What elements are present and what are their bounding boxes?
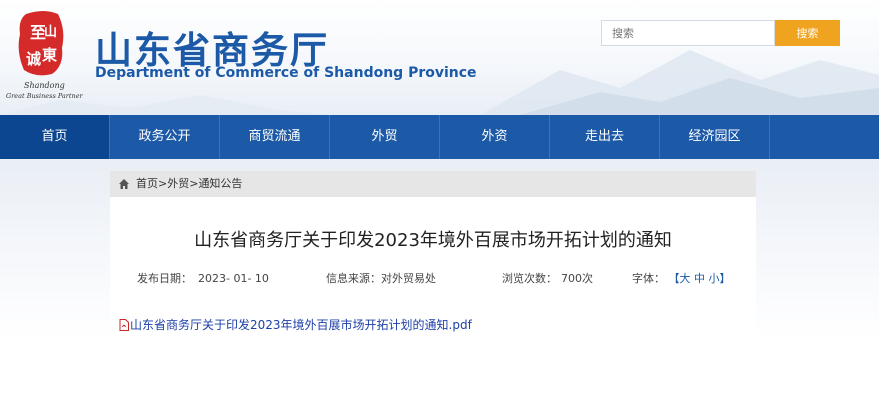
nav-item-commerce-circulation[interactable]: 商贸流通 xyxy=(220,115,330,159)
font-size-control: 字体： 【大 中 小】 xyxy=(632,270,731,286)
breadcrumb-foreign-trade[interactable]: 外贸 xyxy=(167,171,189,197)
font-bracket-close: 】 xyxy=(719,272,731,285)
nav-item-government-affairs[interactable]: 政务公开 xyxy=(110,115,220,159)
view-count-value: 700次 xyxy=(561,272,593,285)
search-input[interactable] xyxy=(601,20,775,46)
svg-text:诚: 诚 xyxy=(26,50,41,68)
info-source-value: 对外贸易处 xyxy=(381,272,436,285)
nav-item-going-global[interactable]: 走出去 xyxy=(550,115,660,159)
logo[interactable]: 至 山 诚 東 Shandong Great Business Partner xyxy=(6,8,84,100)
view-count: 浏览次数： 700次 xyxy=(502,270,593,286)
svg-text:Shandong: Shandong xyxy=(24,81,65,90)
view-count-label: 浏览次数： xyxy=(502,272,557,285)
site-header: 至 山 诚 東 Shandong Great Business Partner … xyxy=(0,0,879,115)
info-source-label: 信息来源： xyxy=(326,272,381,285)
breadcrumb-notices[interactable]: 通知公告 xyxy=(198,171,242,197)
font-size-small[interactable]: 小 xyxy=(709,272,720,285)
nav-item-economic-parks[interactable]: 经济园区 xyxy=(660,115,770,159)
breadcrumb-separator: > xyxy=(189,177,199,190)
attachment-filename[interactable]: 山东省商务厅关于印发2023年境外百展市场开拓计划的通知.pdf xyxy=(130,316,472,333)
publish-date: 发布日期： 2023- 01- 10 xyxy=(137,270,269,286)
logo-seal: 至 山 诚 東 Shandong Great Business Partner xyxy=(6,11,84,100)
font-bracket-open: 【 xyxy=(668,272,680,285)
font-size-medium[interactable]: 中 xyxy=(694,272,705,285)
svg-text:東: 東 xyxy=(42,46,57,64)
home-icon xyxy=(119,179,129,189)
svg-text:Great Business Partner: Great Business Partner xyxy=(6,92,84,98)
svg-text:山: 山 xyxy=(44,24,57,40)
publish-date-value: 2023- 01- 10 xyxy=(198,272,269,285)
nav-item-home[interactable]: 首页 xyxy=(0,115,110,159)
article-title: 山东省商务厅关于印发2023年境外百展市场开拓计划的通知 xyxy=(194,230,672,251)
search-button[interactable]: 搜索 xyxy=(775,20,840,46)
nav-item-foreign-trade[interactable]: 外贸 xyxy=(330,115,440,159)
info-source: 信息来源：对外贸易处 xyxy=(326,270,436,286)
main-nav: 首页 政务公开 商贸流通 外贸 外资 走出去 经济园区 xyxy=(0,115,879,159)
font-size-label: 字体： xyxy=(632,272,665,285)
nav-item-foreign-investment[interactable]: 外资 xyxy=(440,115,550,159)
breadcrumb-separator: > xyxy=(158,177,168,190)
breadcrumb-home[interactable]: 首页 xyxy=(136,171,158,197)
publish-date-label: 发布日期： xyxy=(137,272,192,285)
pdf-attachment-link[interactable]: 山东省商务厅关于印发2023年境外百展市场开拓计划的通知.pdf xyxy=(119,316,472,333)
site-title-en: Department of Commerce of Shandong Provi… xyxy=(95,65,477,81)
font-size-large[interactable]: 大 xyxy=(680,272,691,285)
pdf-icon xyxy=(119,318,129,331)
breadcrumb: 首页 > 外贸 > 通知公告 xyxy=(110,171,756,197)
